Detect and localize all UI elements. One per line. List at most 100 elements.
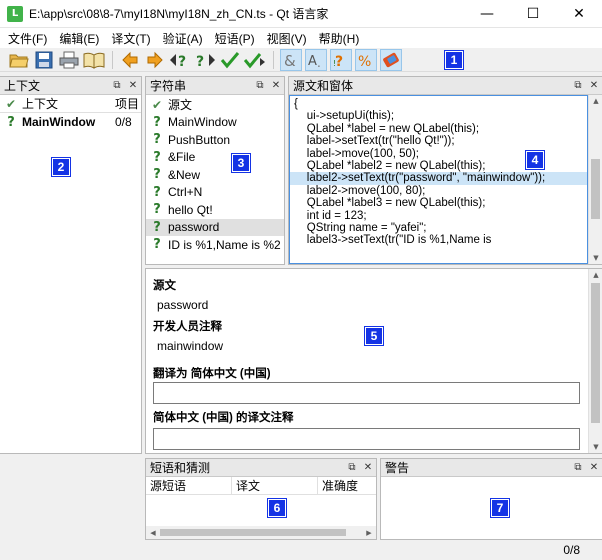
menu-validation[interactable]: 验证(A) [157, 30, 209, 47]
code-line: { [294, 98, 298, 110]
column-header-translation[interactable]: 译文 [232, 477, 318, 494]
done-check-icon[interactable] [219, 49, 241, 71]
context-count: 0/8 [115, 115, 132, 129]
translation-input[interactable] [153, 382, 580, 404]
column-header-context[interactable]: 上下文 [22, 95, 115, 112]
close-dock-icon[interactable]: ✕ [586, 80, 602, 91]
open-folder-icon[interactable] [8, 49, 30, 71]
column-header-source[interactable]: 源文 [168, 96, 192, 113]
unfinished-question-icon: ? [7, 114, 15, 130]
phrases-horizontal-scrollbar[interactable]: ◀ ▶ [146, 526, 376, 539]
next-unfinished-icon[interactable]: ? [194, 49, 216, 71]
column-header-accuracy[interactable]: 准确度 [318, 477, 376, 494]
scroll-right-arrow-icon[interactable]: ▶ [364, 526, 374, 539]
svg-text:?: ? [178, 54, 186, 69]
placeholder-check-icon[interactable]: % [355, 48, 377, 71]
string-text: &File [168, 150, 196, 165]
string-text: hello Qt! [168, 202, 213, 217]
previous-arrow-icon[interactable] [119, 49, 141, 71]
punctuation-check-icon[interactable]: A. [305, 48, 327, 71]
menu-edit[interactable]: 编辑(E) [53, 30, 105, 47]
annotation-badge-3: 3 [231, 153, 251, 173]
float-dock-icon[interactable]: ⧉ [570, 462, 586, 473]
warnings-dock: 警告 ⧉ ✕ 7 [380, 458, 602, 540]
context-row[interactable]: ? MainWindow 0/8 [0, 113, 141, 131]
scrollbar-thumb[interactable] [160, 529, 346, 536]
save-icon[interactable] [33, 49, 55, 71]
column-header-source-phrase[interactable]: 源短语 [146, 477, 232, 494]
scroll-left-arrow-icon[interactable]: ◀ [148, 526, 158, 539]
next-arrow-icon[interactable] [144, 49, 166, 71]
column-header-items[interactable]: 项目 [115, 95, 141, 112]
close-dock-icon[interactable]: ✕ [360, 462, 376, 473]
svg-text:!: ! [333, 59, 336, 68]
close-dock-icon[interactable]: ✕ [268, 80, 284, 91]
open-phrase-book-icon[interactable] [83, 49, 105, 71]
done-and-next-icon[interactable] [244, 49, 266, 71]
context-name: MainWindow [22, 115, 96, 129]
unfinished-question-icon: ? [153, 219, 161, 235]
menu-file[interactable]: 文件(F) [2, 30, 53, 47]
phrases-dock-title-bar: 短语和猜测 ⧉ ✕ [146, 459, 376, 477]
scroll-down-arrow-icon[interactable]: ▼ [589, 441, 602, 453]
scrollbar-thumb[interactable] [591, 283, 600, 423]
context-table-header: ✔ 上下文 项目 [0, 95, 141, 113]
linguist-app-icon: L [7, 5, 23, 22]
close-window-button[interactable]: ✕ [556, 0, 602, 28]
source-code-view[interactable]: { ui->setupUi(this); QLabel *label = new… [289, 95, 588, 264]
phrases-guesses-dock: 短语和猜测 ⧉ ✕ 源短语 译文 准确度 ◀ ▶ 6 [145, 458, 377, 540]
list-item[interactable]: ? Ctrl+N [146, 184, 284, 202]
toolbar-separator [112, 50, 113, 69]
accelerator-check-icon[interactable]: & [280, 48, 302, 71]
close-dock-icon[interactable]: ✕ [586, 462, 602, 473]
print-icon[interactable] [58, 49, 80, 71]
code-line: QLabel *label3 = new QLabel(this); [294, 197, 486, 210]
list-item-selected[interactable]: ? password [146, 218, 284, 236]
minimize-button[interactable]: — [464, 0, 510, 28]
code-line: QLabel *label = new QLabel(this); [294, 122, 480, 135]
checkmark-header-icon: ✔ [151, 97, 163, 112]
scrollbar-thumb[interactable] [591, 159, 600, 219]
source-scrollbar[interactable]: ▲ ▼ [588, 95, 602, 264]
previous-unfinished-icon[interactable]: ? [169, 49, 191, 71]
list-item[interactable]: ? &New [146, 166, 284, 184]
close-dock-icon[interactable]: ✕ [125, 80, 141, 91]
scroll-up-arrow-icon[interactable]: ▲ [589, 95, 602, 107]
menu-translation[interactable]: 译文(T) [105, 30, 156, 47]
svg-text:A: A [308, 54, 317, 69]
code-line: label2->move(100, 80); [294, 184, 426, 197]
unfinished-question-icon: ? [153, 114, 161, 130]
progress-status: 0/8 [563, 543, 580, 557]
maximize-button[interactable]: ☐ [510, 0, 556, 28]
unfinished-question-icon: ? [153, 202, 161, 218]
unfinished-question-icon: ? [153, 149, 161, 165]
scroll-down-arrow-icon[interactable]: ▼ [589, 252, 602, 264]
menu-view[interactable]: 视图(V) [261, 30, 313, 47]
translator-comment-input[interactable] [153, 428, 580, 450]
scroll-up-arrow-icon[interactable]: ▲ [589, 269, 602, 281]
float-dock-icon[interactable]: ⧉ [570, 80, 586, 91]
annotation-badge-1: 1 [444, 50, 464, 70]
strings-header-row: ✔ 源文 [146, 96, 284, 114]
phrase-check-icon[interactable]: ?! [330, 48, 352, 71]
svg-text:.: . [317, 56, 321, 69]
annotation-badge-4: 4 [525, 150, 545, 170]
list-item[interactable]: ? &File [146, 149, 284, 167]
surrounding-whitespace-check-icon[interactable] [380, 48, 402, 71]
list-item[interactable]: ? ID is %1,Name is %2 [146, 236, 284, 254]
float-dock-icon[interactable]: ⧉ [109, 80, 125, 91]
menu-phrases[interactable]: 短语(P) [209, 30, 261, 47]
float-dock-icon[interactable]: ⧉ [252, 80, 268, 91]
unfinished-question-icon: ? [153, 167, 161, 183]
strings-list: ✔ 源文 ? MainWindow ? PushButton ? &File ? &Ne… [146, 95, 284, 264]
context-dock: 上下文 ⧉ ✕ ✔ 上下文 项目 ? MainWindow 0/8 2 [0, 76, 142, 454]
menu-help[interactable]: 帮助(H) [313, 30, 366, 47]
list-item[interactable]: ? MainWindow [146, 114, 284, 132]
editor-scrollbar[interactable]: ▲ ▼ [588, 269, 602, 453]
string-text: PushButton [168, 132, 231, 147]
list-item[interactable]: ? hello Qt! [146, 201, 284, 219]
developer-comment-label: 开发人员注释 [153, 321, 222, 333]
float-dock-icon[interactable]: ⧉ [344, 462, 360, 473]
list-item[interactable]: ? PushButton [146, 131, 284, 149]
svg-text:%: % [358, 54, 371, 69]
